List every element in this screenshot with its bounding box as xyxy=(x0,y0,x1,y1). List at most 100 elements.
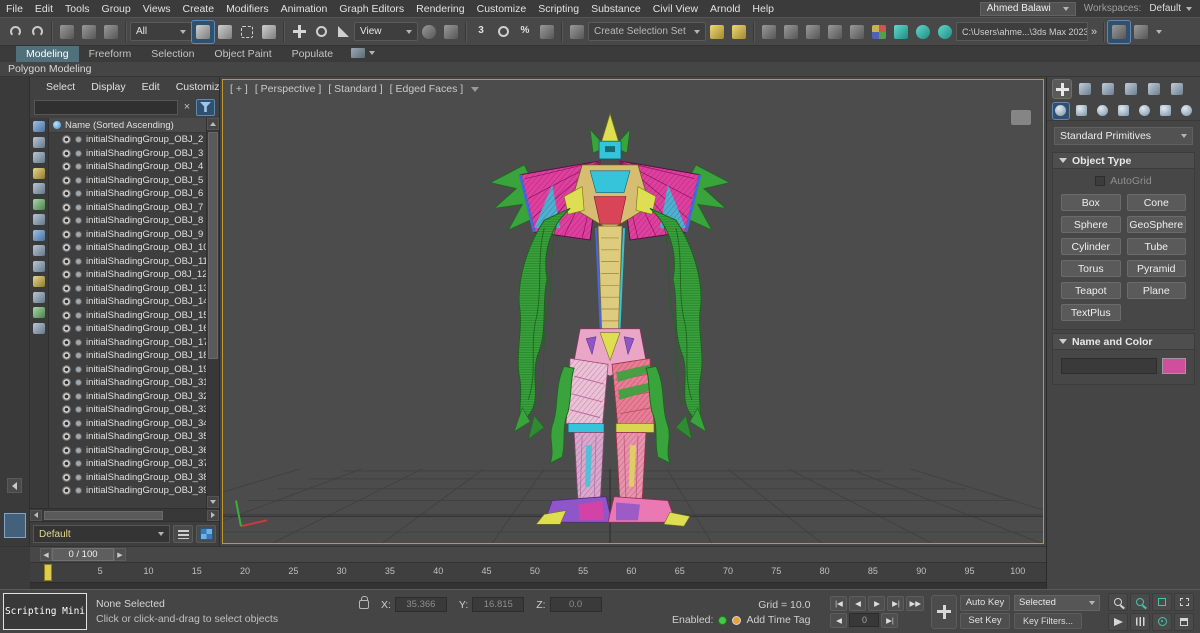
layer-grid-button[interactable] xyxy=(196,525,216,543)
object-type-header[interactable]: Object Type xyxy=(1052,152,1195,169)
named-selection-sets-button[interactable] xyxy=(566,21,588,43)
category-systems[interactable] xyxy=(1178,103,1194,119)
ribbon-tab[interactable]: Object Paint xyxy=(204,46,281,62)
explorer-row[interactable]: initialShadingGroup_OBJ_8 xyxy=(49,214,206,228)
display-lights-icon[interactable] xyxy=(33,168,45,179)
next-key-button[interactable]: ▶| xyxy=(887,596,904,611)
workspace-dropdown[interactable]: Default xyxy=(1149,3,1192,14)
display-bones-icon[interactable] xyxy=(33,261,45,272)
primitive-button[interactable]: Plane xyxy=(1127,282,1187,299)
menu-item[interactable]: Group xyxy=(96,3,137,15)
chevron-down-icon[interactable] xyxy=(1156,30,1162,34)
current-frame-display[interactable]: 0 / 100 xyxy=(52,548,114,561)
search-input[interactable] xyxy=(34,100,178,115)
visibility-eye-icon[interactable] xyxy=(62,405,71,414)
maxscript-mini-listener[interactable]: Scripting Mini xyxy=(3,593,87,630)
undo-button[interactable] xyxy=(4,21,26,43)
visibility-eye-icon[interactable] xyxy=(62,189,71,198)
orbit-button[interactable] xyxy=(1152,613,1172,631)
explorer-menu-item[interactable]: Select xyxy=(38,81,83,93)
display-shapes-icon[interactable] xyxy=(33,152,45,163)
select-object-button[interactable] xyxy=(192,21,214,43)
scroll-track[interactable] xyxy=(42,510,207,521)
display-containers-icon[interactable] xyxy=(33,276,45,287)
redo-button[interactable] xyxy=(26,21,48,43)
menu-item[interactable]: Views xyxy=(137,3,177,15)
selection-lock-icon[interactable] xyxy=(359,600,369,609)
primitive-button[interactable]: Cone xyxy=(1127,194,1187,211)
play-button[interactable]: ▶ xyxy=(868,596,885,611)
visibility-eye-icon[interactable] xyxy=(62,270,71,279)
menu-item[interactable]: Substance xyxy=(585,3,647,15)
menu-item[interactable]: Rendering xyxy=(410,3,470,15)
display-all-icon[interactable] xyxy=(33,121,45,132)
scroll-up-button[interactable] xyxy=(207,118,219,130)
menu-item[interactable]: Edit xyxy=(29,3,59,15)
ribbon-tab[interactable]: Freeform xyxy=(79,46,142,62)
menu-item[interactable]: Modifiers xyxy=(220,3,275,15)
explorer-row[interactable]: initialShadingGroup_OBJ_16 xyxy=(49,322,206,336)
tab-display[interactable] xyxy=(1145,80,1163,98)
active-layer-dropdown[interactable]: Default xyxy=(33,525,170,543)
explorer-row[interactable]: initialShadingGroup_OBJ_39 xyxy=(49,484,206,498)
category-cameras[interactable] xyxy=(1116,103,1132,119)
menu-item[interactable]: Animation xyxy=(275,3,334,15)
scroll-down-button[interactable] xyxy=(207,496,219,508)
layer-stack-button[interactable] xyxy=(173,525,193,543)
menu-item[interactable]: Arnold xyxy=(704,3,746,15)
tab-hierarchy[interactable] xyxy=(1099,80,1117,98)
autogrid-option[interactable]: AutoGrid xyxy=(1057,173,1190,194)
visibility-eye-icon[interactable] xyxy=(62,176,71,185)
display-xrefs-icon[interactable] xyxy=(33,245,45,256)
explorer-row[interactable]: initialShadingGroup_OBJ_5 xyxy=(49,174,206,188)
y-coordinate-field[interactable]: 16.815 xyxy=(472,597,524,612)
explorer-row[interactable]: initialShadingGroup_OBJ_34 xyxy=(49,417,206,431)
explorer-row[interactable]: initialShadingGroup_OBJ_9 xyxy=(49,228,206,242)
reference-coordinate-dropdown[interactable]: View xyxy=(354,22,418,41)
explorer-row[interactable]: initialShadingGroup_OBJ_14 xyxy=(49,295,206,309)
previous-frame-button[interactable]: ◀ xyxy=(830,613,847,628)
explorer-row[interactable]: initialShadingGroup_OBJ_2 xyxy=(49,133,206,147)
category-shapes[interactable] xyxy=(1074,103,1090,119)
visibility-eye-icon[interactable] xyxy=(62,284,71,293)
menu-item[interactable]: File xyxy=(0,3,29,15)
set-keys-button[interactable] xyxy=(931,595,957,629)
angle-snap-button[interactable] xyxy=(492,21,514,43)
explorer-row[interactable]: initialShadingGroup_OBJ_35 xyxy=(49,430,206,444)
visibility-eye-icon[interactable] xyxy=(62,392,71,401)
explorer-menu-item[interactable]: Edit xyxy=(134,81,168,93)
go-to-start-button[interactable]: |◀ xyxy=(830,596,847,611)
scroll-thumb[interactable] xyxy=(44,511,163,520)
material-editor-button[interactable] xyxy=(868,21,890,43)
select-move-button[interactable] xyxy=(288,21,310,43)
category-spacewarps[interactable] xyxy=(1157,103,1173,119)
explorer-row[interactable]: initialShadingGroup_OBJ_36 xyxy=(49,444,206,458)
primitive-button[interactable]: Box xyxy=(1061,194,1121,211)
explorer-row[interactable]: initialShadingGroup_OBJ_31 xyxy=(49,376,206,390)
explorer-row[interactable]: initialShadingGroup_OBJ_15 xyxy=(49,309,206,323)
mirror-button[interactable] xyxy=(706,21,728,43)
menu-item[interactable]: Customize xyxy=(471,3,533,15)
spinner-snap-button[interactable] xyxy=(536,21,558,43)
auto-key-button[interactable]: Auto Key xyxy=(960,595,1010,611)
visibility-eye-icon[interactable] xyxy=(62,203,71,212)
visibility-eye-icon[interactable] xyxy=(62,149,71,158)
select-manipulate-button[interactable] xyxy=(440,21,462,43)
percent-snap-button[interactable]: % xyxy=(514,21,536,43)
visibility-eye-icon[interactable] xyxy=(62,311,71,320)
key-mode-dropdown[interactable]: Selected xyxy=(1014,595,1100,611)
align-button[interactable] xyxy=(728,21,750,43)
menu-item[interactable]: Help xyxy=(746,3,780,15)
explorer-row[interactable]: initialShadingGroup_O8J_12 xyxy=(49,268,206,282)
visibility-eye-icon[interactable] xyxy=(62,230,71,239)
time-slider[interactable]: ◀ 0 / 100 ▶ xyxy=(30,547,1046,563)
primitive-category-dropdown[interactable]: Standard Primitives xyxy=(1054,127,1193,145)
zoom-button[interactable] xyxy=(1108,593,1128,611)
explorer-row[interactable]: initialShadingGroup_OBJ_17 xyxy=(49,336,206,350)
explorer-row[interactable]: initialShadingGroup_OBJ_32 xyxy=(49,390,206,404)
viewport-layout-button[interactable] xyxy=(1108,21,1130,43)
previous-key-button[interactable]: ◀ xyxy=(849,596,866,611)
maximize-viewport-button[interactable] xyxy=(1174,613,1194,631)
visibility-eye-icon[interactable] xyxy=(62,162,71,171)
viewcube[interactable] xyxy=(1011,110,1031,125)
